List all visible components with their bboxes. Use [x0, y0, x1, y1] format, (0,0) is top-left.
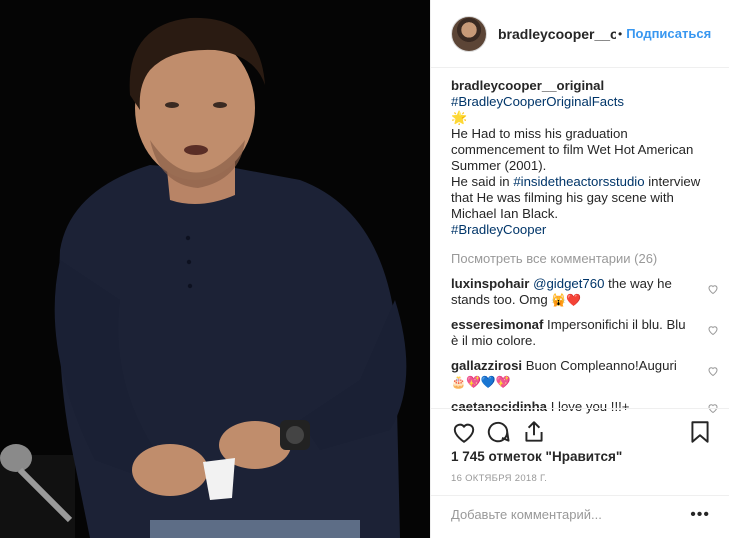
- comment-like-heart-icon[interactable]: [707, 324, 719, 336]
- star-icon: 🌟: [451, 110, 468, 125]
- view-all-comments-link[interactable]: Посмотреть все комментарии (26): [451, 251, 713, 267]
- post-photo[interactable]: [0, 0, 430, 538]
- comment-item: gallazzirosi Buon Compleanno!Auguri 🎂💖💙💖: [451, 358, 718, 390]
- comment-text: Buon Compleanno!Auguri: [525, 358, 677, 373]
- add-comment-input[interactable]: [451, 507, 691, 522]
- share-icon[interactable]: [521, 419, 547, 445]
- comment-like-heart-icon[interactable]: [707, 283, 719, 295]
- caption-text-1: He Had to miss his graduation commenceme…: [451, 126, 694, 173]
- likes-count[interactable]: 1 745 отметок "Нравится": [451, 449, 622, 464]
- bookmark-icon[interactable]: [687, 419, 713, 445]
- comment-icon[interactable]: [485, 419, 511, 445]
- post-date: 16 ОКТЯБРЯ 2018 Г.: [451, 473, 548, 484]
- comment-emoji: 🎂💖💙💖: [451, 375, 511, 389]
- comment-emoji: 🙀❤️: [551, 293, 582, 307]
- action-icons: [451, 419, 713, 445]
- caption-hashtag-bottom[interactable]: #BradleyCooper: [451, 222, 713, 238]
- comment-username[interactable]: gallazzirosi: [451, 358, 522, 373]
- caption-text-2: He said in #insidetheactorsstudio interv…: [451, 174, 713, 222]
- comment-item: luxinspohair @gidget760 the way he stand…: [451, 276, 718, 308]
- caption-hashtag-inside[interactable]: #insidetheactorsstudio: [513, 174, 644, 189]
- comment-item: esseresimonaf Impersonifichi il blu. Blu…: [451, 317, 718, 349]
- header-username[interactable]: bradleycooper__original: [498, 26, 616, 42]
- post-caption: bradleycooper__original #BradleyCooperOr…: [451, 78, 713, 238]
- comment-mention[interactable]: @gidget760: [533, 276, 604, 291]
- post-sidebar: bradleycooper__original • Подписаться br…: [430, 0, 729, 538]
- header-separator: •: [618, 26, 623, 41]
- post-actions: 1 745 отметок "Нравится" 16 ОКТЯБРЯ 2018…: [431, 408, 729, 532]
- comment-username[interactable]: luxinspohair: [451, 276, 529, 291]
- more-options-icon[interactable]: •••: [690, 506, 710, 524]
- caption-hashtag-top[interactable]: #BradleyCooperOriginalFacts: [451, 94, 713, 110]
- avatar[interactable]: [451, 15, 487, 52]
- follow-button[interactable]: Подписаться: [626, 26, 711, 41]
- caption-author[interactable]: bradleycooper__original: [451, 78, 713, 94]
- comment-username[interactable]: esseresimonaf: [451, 317, 543, 332]
- photo-icon: [0, 0, 430, 538]
- caption-text-2-before: He said in: [451, 174, 514, 189]
- heart-icon[interactable]: [451, 419, 477, 445]
- post-header: bradleycooper__original • Подписаться: [431, 0, 729, 68]
- comment-like-heart-icon[interactable]: [707, 365, 719, 377]
- comments-list: bradleycooper__original #BradleyCooperOr…: [451, 78, 718, 415]
- add-comment-bar: •••: [431, 495, 729, 533]
